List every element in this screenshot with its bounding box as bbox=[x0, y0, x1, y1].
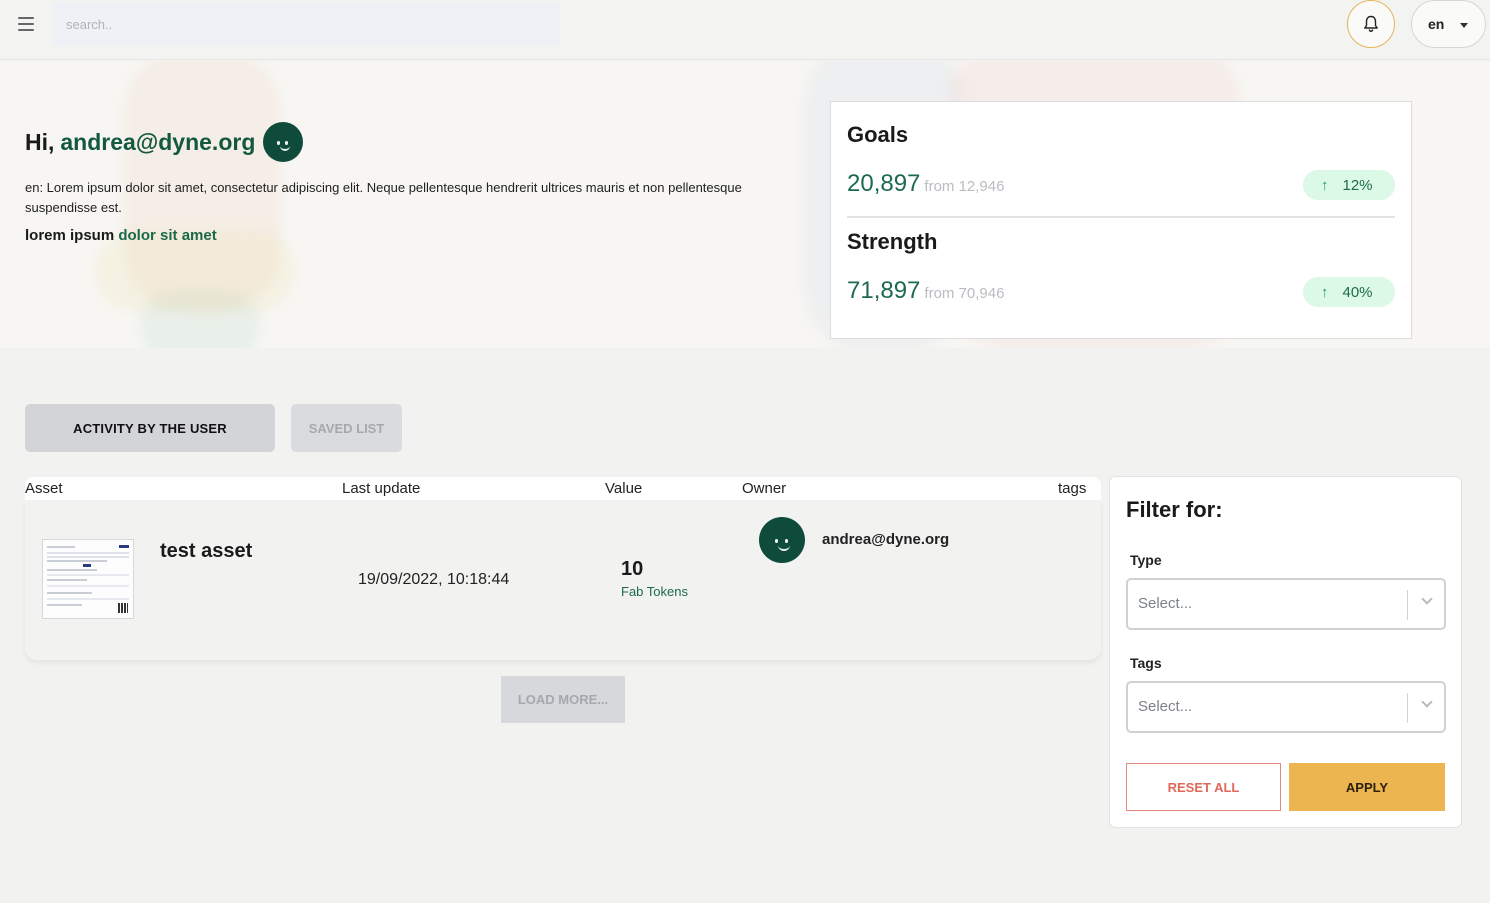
tagline-plain: lorem ipsum bbox=[25, 227, 115, 244]
tags-label: Tags bbox=[1130, 655, 1162, 671]
chevron-down-icon[interactable] bbox=[1421, 696, 1433, 708]
language-select[interactable]: en bbox=[1411, 0, 1486, 48]
hamburger-menu-icon[interactable] bbox=[18, 17, 34, 31]
top-bar: en bbox=[0, 0, 1490, 60]
stats-card: Goals 20,897 from 12,946 ↑ 12% Strength 7… bbox=[830, 101, 1412, 339]
arrow-up-icon: ↑ bbox=[1321, 176, 1329, 194]
bell-icon bbox=[1364, 15, 1378, 33]
avatar bbox=[263, 122, 304, 162]
table-header: Asset Last update Value Owner tags bbox=[25, 477, 1101, 501]
stat-number: 71,897 bbox=[847, 277, 921, 304]
hero-tagline: lorem ipsum dolor sit amet bbox=[25, 227, 217, 244]
avatar bbox=[759, 517, 805, 563]
stat-value: 71,897 from 70,946 bbox=[847, 277, 1004, 305]
stat-label: Goals bbox=[847, 122, 909, 147]
tags-select[interactable]: Select... bbox=[1126, 681, 1446, 733]
asset-thumbnail[interactable] bbox=[42, 539, 134, 619]
type-select-placeholder: Select... bbox=[1138, 595, 1193, 612]
stat-change-badge: ↑ 12% bbox=[1303, 170, 1395, 200]
reset-all-button[interactable]: RESET ALL bbox=[1126, 763, 1281, 811]
filter-panel: Filter for: Type Select... Tags Select..… bbox=[1109, 476, 1462, 828]
select-separator bbox=[1407, 693, 1408, 723]
stat-change: 12% bbox=[1342, 176, 1373, 194]
greeting-text: Hi, bbox=[25, 128, 55, 155]
search-input[interactable] bbox=[52, 2, 560, 46]
stat-change: 40% bbox=[1342, 283, 1373, 301]
user-email: andrea@dyne.org bbox=[60, 128, 256, 155]
column-header-owner: Owner bbox=[742, 480, 787, 497]
last-update: 19/09/2022, 10:18:44 bbox=[358, 571, 510, 588]
stat-number: 20,897 bbox=[847, 170, 921, 197]
notifications-button[interactable] bbox=[1347, 0, 1395, 48]
asset-value: 10 bbox=[621, 558, 644, 580]
select-separator bbox=[1407, 590, 1408, 620]
column-header-tags: tags bbox=[1058, 480, 1087, 497]
arrow-up-icon: ↑ bbox=[1321, 283, 1329, 301]
stat-from: from 70,946 bbox=[924, 285, 1005, 302]
column-header-asset: Asset bbox=[25, 480, 63, 497]
caret-down-icon bbox=[1460, 23, 1468, 28]
type-select[interactable]: Select... bbox=[1126, 578, 1446, 630]
language-value: en bbox=[1428, 16, 1445, 32]
table-row[interactable]: test asset 19/09/2022, 10:18:44 10 Fab T… bbox=[25, 500, 1101, 660]
type-label: Type bbox=[1130, 552, 1162, 568]
apply-button[interactable]: APPLY bbox=[1289, 763, 1445, 811]
value-unit: Fab Tokens bbox=[621, 584, 688, 599]
load-more-button[interactable]: LOAD MORE... bbox=[501, 676, 625, 723]
stat-label: Strength bbox=[847, 229, 938, 254]
divider bbox=[847, 216, 1395, 218]
column-header-last-update: Last update bbox=[342, 480, 421, 497]
column-header-value: Value bbox=[605, 480, 643, 497]
hero-description: en: Lorem ipsum dolor sit amet, consecte… bbox=[25, 180, 742, 215]
filter-title: Filter for: bbox=[1126, 497, 1223, 522]
background-blob bbox=[140, 291, 260, 348]
chevron-down-icon[interactable] bbox=[1421, 593, 1433, 605]
tags-select-placeholder: Select... bbox=[1138, 698, 1193, 715]
stat-strength: Strength 71,897 from 70,946 ↑ 40% bbox=[847, 229, 1395, 307]
stat-change-badge: ↑ 40% bbox=[1303, 277, 1395, 307]
tab-saved-list[interactable]: SAVED LIST bbox=[291, 404, 402, 452]
stat-from: from 12,946 bbox=[924, 178, 1005, 195]
stat-goals: Goals 20,897 from 12,946 ↑ 12% bbox=[847, 122, 1395, 200]
asset-name[interactable]: test asset bbox=[160, 540, 252, 563]
owner-avatar bbox=[759, 517, 805, 563]
greeting-heading: Hi, andrea@dyne.org bbox=[25, 122, 304, 162]
tab-activity-by-user[interactable]: ACTIVITY BY THE USER bbox=[25, 404, 275, 452]
stat-value: 20,897 from 12,946 bbox=[847, 170, 1004, 198]
tagline-highlight: dolor sit amet bbox=[118, 227, 217, 244]
owner-email[interactable]: andrea@dyne.org bbox=[822, 531, 949, 548]
